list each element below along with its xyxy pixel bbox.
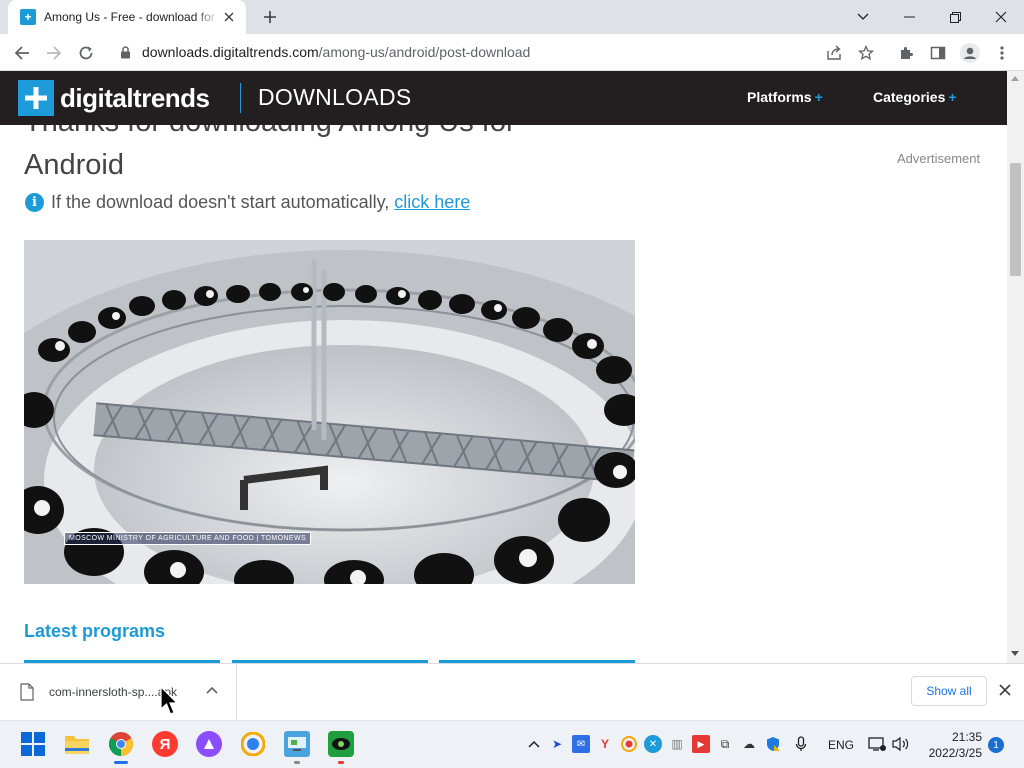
side-panel-icon[interactable]	[924, 39, 952, 67]
scroll-up-arrow-icon[interactable]	[1011, 76, 1019, 81]
windows-start-icon[interactable]	[20, 731, 46, 757]
control-panel-icon[interactable]	[284, 731, 310, 757]
video-caption: MOSCOW MINISTRY OF AGRICULTURE AND FOOD …	[64, 532, 312, 545]
download-shelf: com-innersloth-sp....apk Show all	[0, 663, 1024, 720]
mouse-cursor-icon	[160, 685, 179, 721]
chrome-active-indicator	[114, 761, 128, 764]
scrollbar-thumb[interactable]	[1010, 163, 1021, 276]
tab-close-icon[interactable]	[220, 8, 238, 26]
tray-overflow-chevron-icon[interactable]	[525, 735, 543, 753]
microphone-icon[interactable]	[792, 735, 810, 753]
nav-platforms[interactable]: Platforms +	[747, 89, 823, 105]
screen: + Among Us - Free - download for downloa…	[0, 0, 1024, 768]
advertisement-label: Advertisement	[897, 151, 981, 166]
yandex-browser-icon[interactable]: Я	[152, 731, 178, 757]
info-icon: i	[25, 193, 44, 212]
close-window-button[interactable]	[978, 0, 1024, 34]
recorder-indicator	[338, 761, 344, 764]
alice-assistant-icon[interactable]	[196, 731, 222, 757]
menu-kebab-icon[interactable]	[988, 39, 1016, 67]
section-title[interactable]: DOWNLOADS	[258, 84, 412, 111]
file-icon	[20, 683, 34, 706]
scroll-down-arrow-icon[interactable]	[1011, 651, 1019, 656]
page-title: Thanks for downloading Among Us for Andr…	[24, 125, 516, 181]
click-here-link[interactable]: click here	[394, 192, 470, 213]
minimize-button[interactable]	[886, 0, 932, 34]
windows-taskbar: Я ➤ ✉ Y ✕ ▥ ▶ ⧉ ☁ ENG 21:35 2022/3/25 1	[0, 720, 1024, 768]
tray-display-icon[interactable]: ⧉	[716, 735, 734, 753]
digitaltrends-logo[interactable]: digitaltrends	[18, 80, 210, 116]
url-text[interactable]: downloads.digitaltrends.com/among-us/and…	[142, 44, 530, 60]
tray-onedrive-offline-icon[interactable]: ☁	[740, 735, 758, 753]
system-clock[interactable]: 21:35 2022/3/25	[920, 729, 982, 761]
chevron-up-icon[interactable]	[205, 684, 219, 703]
tray-yandex-icon[interactable]: Y	[596, 735, 614, 753]
nav-categories[interactable]: Categories +	[873, 89, 957, 105]
profile-avatar-icon[interactable]	[956, 39, 984, 67]
volume-icon[interactable]	[892, 735, 910, 753]
close-icon[interactable]	[998, 683, 1012, 702]
tray-sync-icon[interactable]: ✕	[644, 735, 662, 753]
forward-button[interactable]	[40, 39, 68, 67]
control-panel-indicator	[294, 761, 300, 764]
tray-browser-icon[interactable]	[620, 735, 638, 753]
page-scrollbar[interactable]	[1007, 71, 1024, 663]
reload-button[interactable]	[72, 39, 100, 67]
tab-title: Among Us - Free - download for	[44, 10, 215, 24]
tab-strip: + Among Us - Free - download for	[0, 0, 1024, 34]
chrome-icon[interactable]	[108, 731, 134, 757]
tray-security-shield-icon[interactable]	[764, 735, 782, 753]
download-notice: i If the download doesn't start automati…	[25, 192, 470, 213]
logo-text: digitaltrends	[60, 82, 210, 113]
input-language[interactable]: ENG	[828, 738, 854, 752]
page-content: Thanks for downloading Among Us for Andr…	[0, 125, 1007, 663]
extensions-icon[interactable]	[892, 39, 920, 67]
digitaltrends-logo-mark-icon	[18, 80, 54, 116]
latest-programs-heading: Latest programs	[24, 621, 166, 641]
clock-date: 2022/3/25	[928, 746, 982, 760]
bookmark-star-icon[interactable]	[852, 39, 880, 67]
address-bar[interactable]: downloads.digitaltrends.com/among-us/and…	[106, 37, 888, 67]
lock-icon[interactable]	[118, 45, 132, 59]
tray-arrow-app-icon[interactable]: ➤	[548, 735, 566, 753]
notification-badge[interactable]: 1	[988, 737, 1004, 753]
download-filename: com-innersloth-sp....apk	[49, 685, 178, 699]
file-explorer-icon[interactable]	[64, 731, 90, 757]
header-divider	[240, 83, 241, 113]
back-button[interactable]	[8, 39, 36, 67]
browser-tab[interactable]: + Among Us - Free - download for	[8, 0, 246, 34]
tray-mail-icon[interactable]: ✉	[572, 735, 590, 753]
network-icon[interactable]	[868, 735, 886, 753]
video-player[interactable]: MOSCOW MINISTRY OF AGRICULTURE AND FOOD …	[24, 240, 635, 584]
yandex-app-icon[interactable]	[240, 731, 266, 757]
clock-time: 21:35	[951, 730, 982, 744]
digitaltrends-favicon-icon: +	[20, 9, 36, 25]
tray-recorder-icon[interactable]: ▶	[692, 735, 710, 753]
screen-recorder-icon[interactable]	[328, 731, 354, 757]
new-tab-button[interactable]	[258, 5, 282, 29]
tab-search-icon[interactable]	[840, 0, 886, 34]
share-icon[interactable]	[820, 39, 848, 67]
restore-button[interactable]	[932, 0, 978, 34]
site-header: digitaltrends DOWNLOADS Platforms + Categ…	[0, 71, 1007, 125]
browser-toolbar: downloads.digitaltrends.com/among-us/and…	[0, 34, 1024, 71]
tray-network-activity-icon[interactable]: ▥	[668, 735, 686, 753]
show-all-button[interactable]: Show all	[911, 676, 987, 706]
notice-text: If the download doesn't start automatica…	[51, 192, 390, 212]
download-item[interactable]: com-innersloth-sp....apk	[0, 664, 237, 720]
